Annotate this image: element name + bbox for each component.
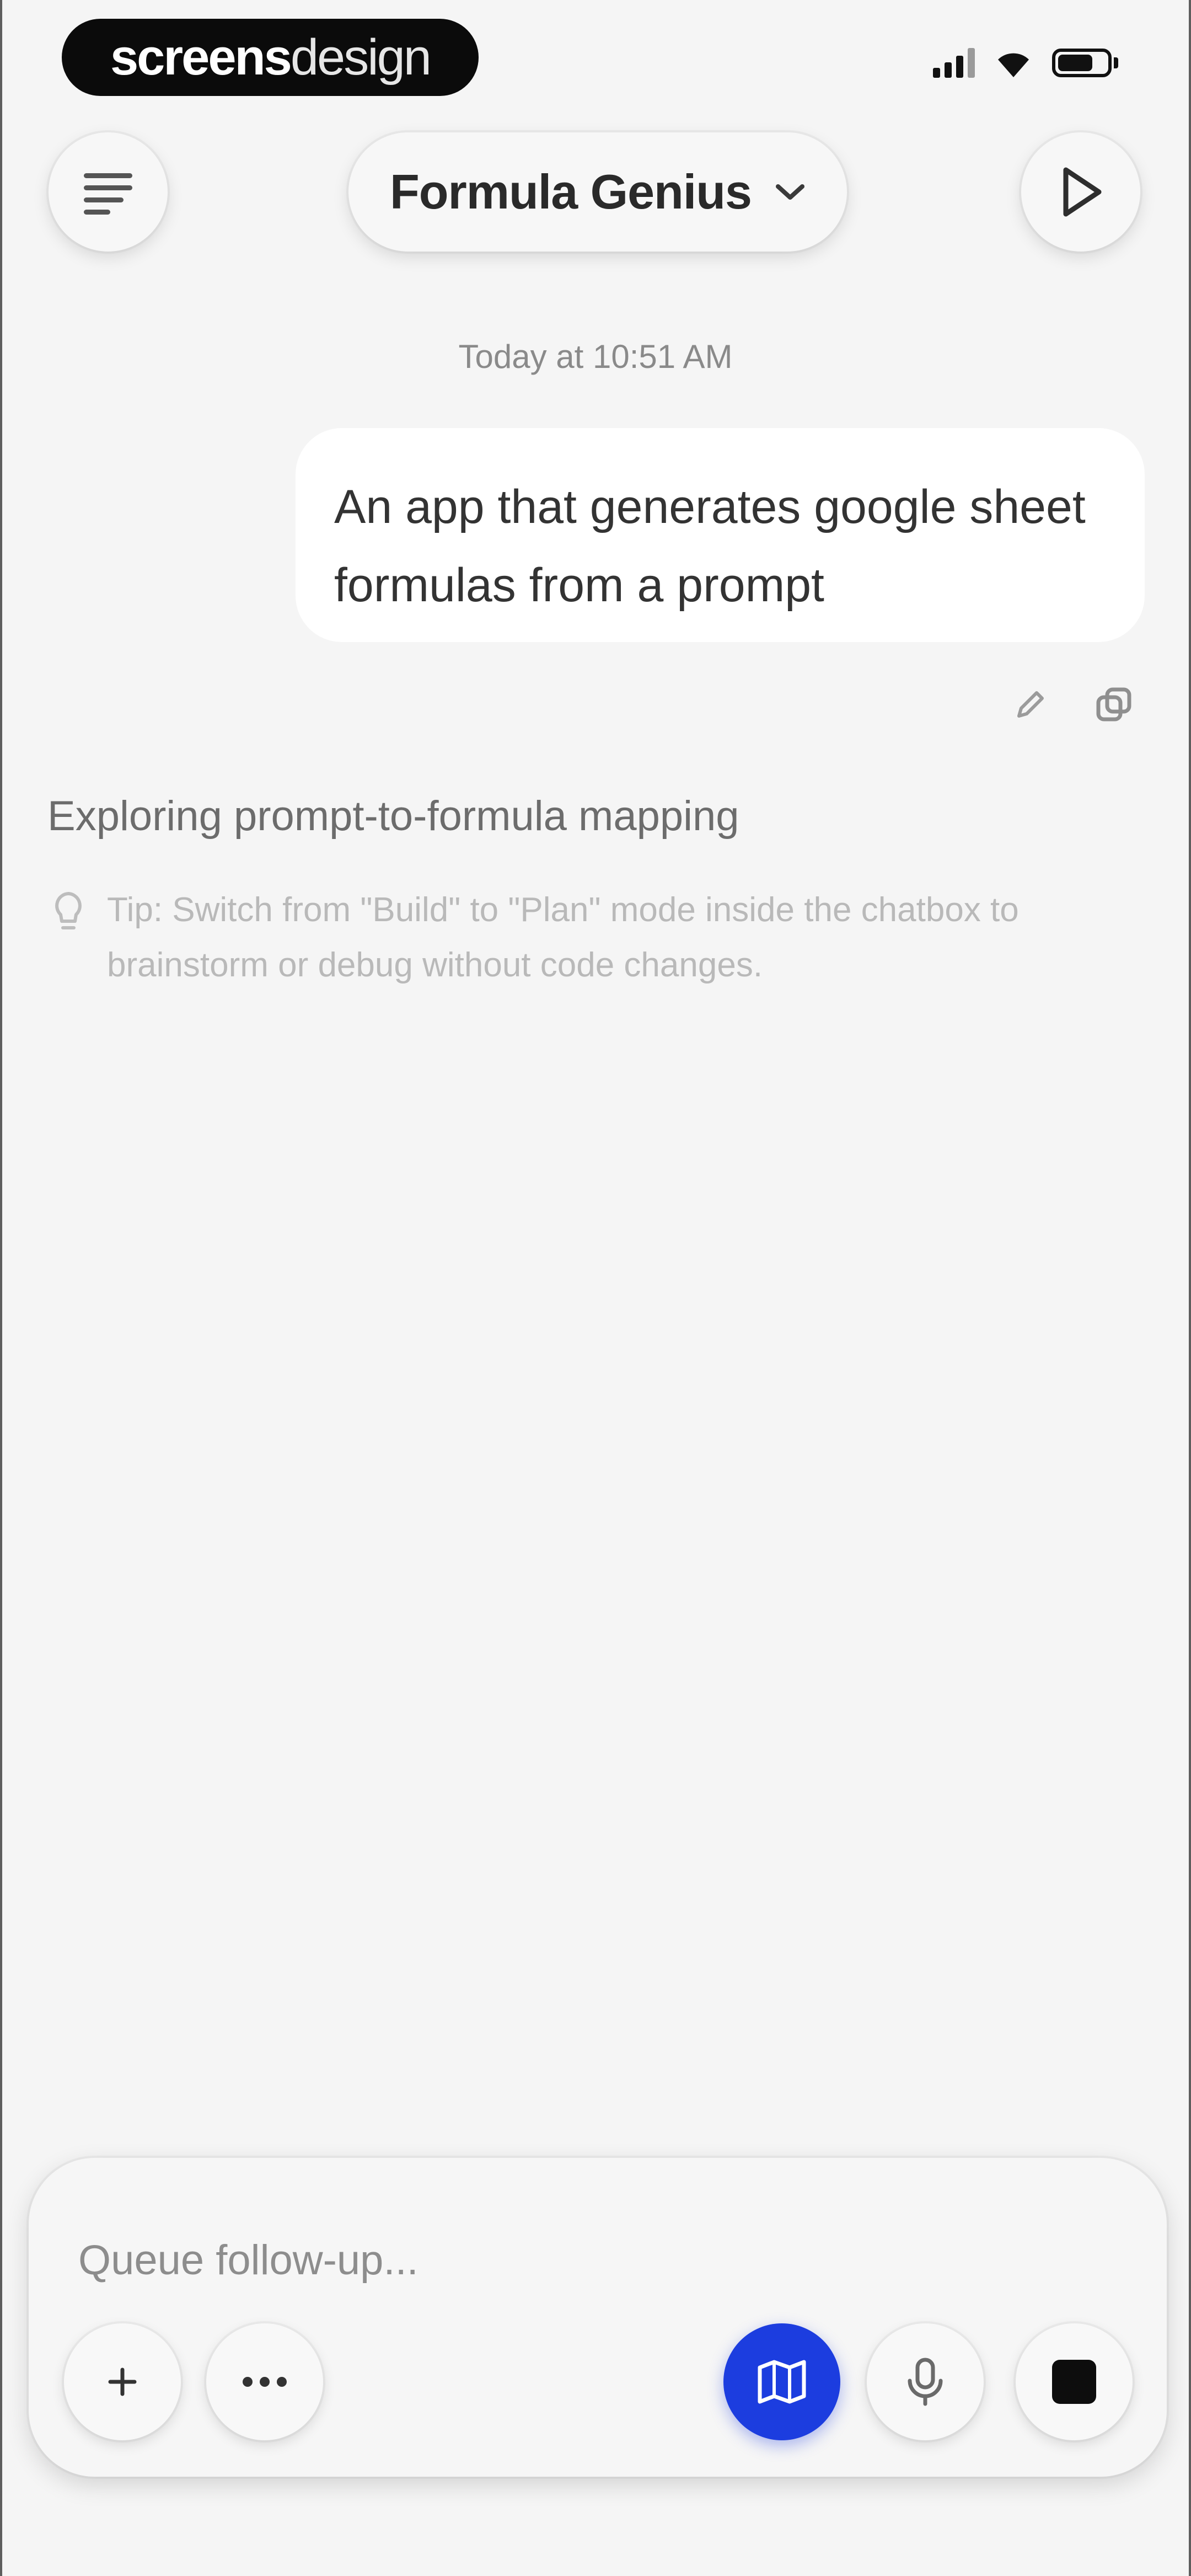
user-message-bubble: An app that generates google sheet formu…	[296, 428, 1145, 642]
microphone-button[interactable]	[867, 2323, 984, 2440]
app-screen: screens design Formula Genius Today at 10…	[0, 0, 1191, 2576]
tip-text: Tip: Switch from "Build" to "Plan" mode …	[107, 891, 1019, 984]
battery-icon	[1052, 49, 1118, 77]
more-options-button[interactable]	[206, 2323, 323, 2440]
copy-icon[interactable]	[1095, 687, 1134, 723]
chevron-down-icon	[775, 184, 804, 200]
stop-square-icon	[1052, 2360, 1096, 2404]
watermark-bold: screens	[110, 29, 292, 85]
tip-row: Tip: Switch from "Build" to "Plan" mode …	[52, 883, 1139, 993]
plan-mode-button[interactable]	[723, 2323, 840, 2440]
stop-generation-button[interactable]	[1016, 2323, 1133, 2440]
message-timestamp: Today at 10:51 AM	[458, 338, 733, 375]
project-title: Formula Genius	[390, 164, 752, 219]
project-selector[interactable]: Formula Genius	[348, 132, 847, 252]
watermark-light: design	[290, 29, 432, 85]
lightbulb-icon	[55, 892, 82, 929]
menu-button[interactable]	[49, 132, 168, 252]
edit-pencil-icon[interactable]	[1012, 687, 1048, 723]
screensdesign-watermark: screens design	[62, 19, 479, 96]
map-icon	[758, 2360, 806, 2404]
status-icons	[933, 47, 1118, 78]
plus-icon	[108, 2367, 137, 2396]
run-preview-button[interactable]	[1021, 132, 1140, 252]
microphone-icon	[908, 2358, 943, 2406]
wifi-icon	[998, 53, 1029, 77]
menu-lines-icon	[84, 173, 132, 215]
agent-status-text: Exploring prompt-to-formula mapping	[47, 793, 739, 840]
message-actions	[1012, 687, 1134, 723]
follow-up-input[interactable]	[78, 2224, 1071, 2296]
ellipsis-icon	[243, 2377, 287, 2387]
chat-composer	[29, 2158, 1167, 2477]
play-icon	[1063, 167, 1102, 217]
cellular-signal-icon	[933, 48, 975, 78]
add-attachment-button[interactable]	[64, 2323, 181, 2440]
